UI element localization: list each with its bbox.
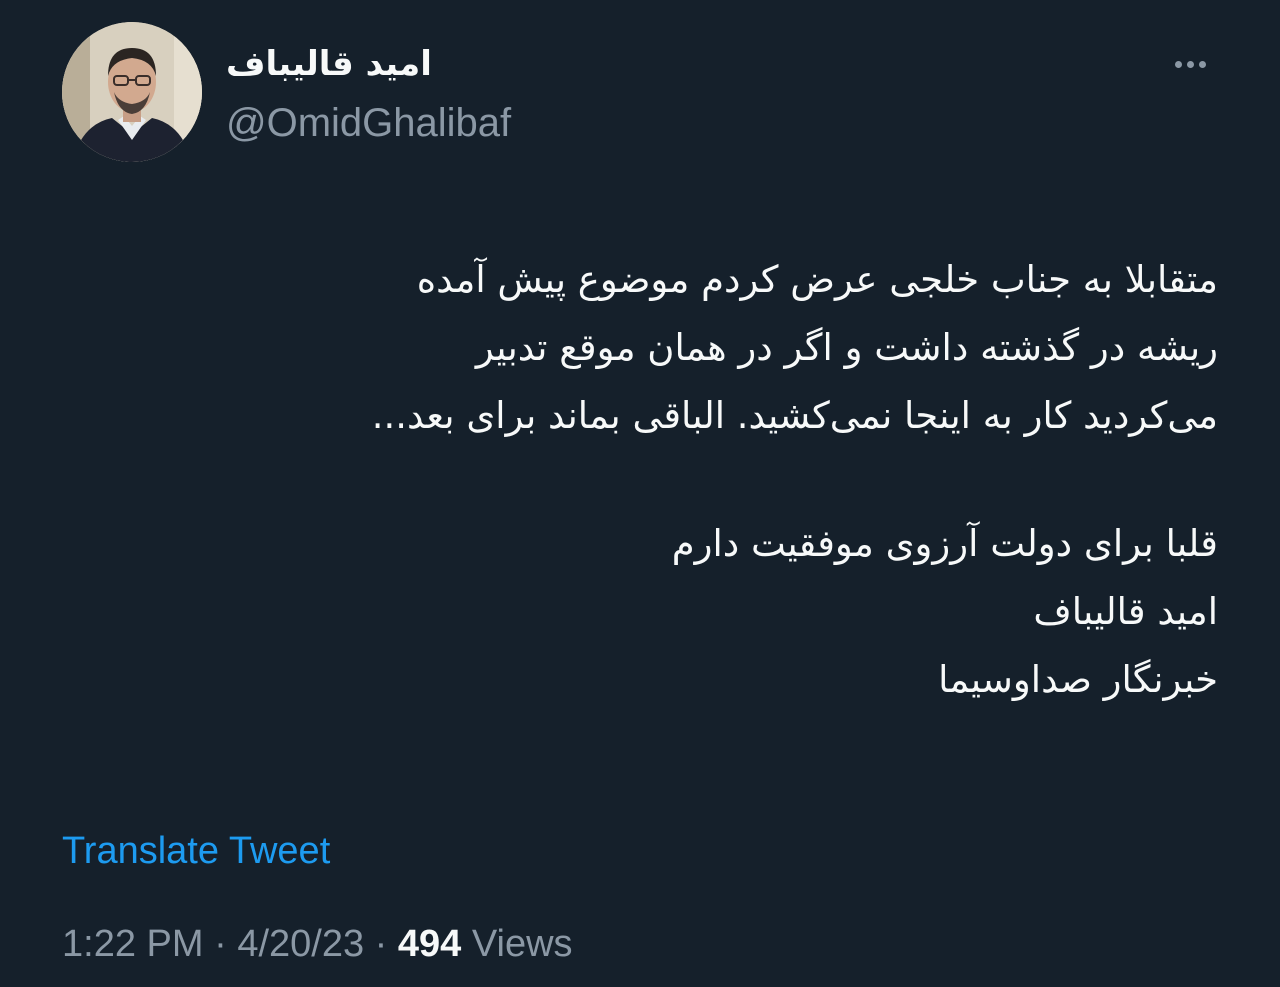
more-options-button[interactable] — [1160, 44, 1220, 84]
tweet-time[interactable]: 1:22 PM — [62, 923, 204, 965]
author-handle[interactable]: @OmidGhalibaf — [226, 97, 511, 149]
meta-separator: · — [364, 923, 398, 965]
tweet-text-line: متقابلا به جناب خلجی عرض کردم موضوع پیش … — [416, 258, 1218, 301]
more-horizontal-icon — [1198, 60, 1206, 68]
tweet-card: امید قالیباف @OmidGhalibaf متقابلا به جن… — [0, 0, 1280, 987]
views-label: Views — [461, 923, 573, 965]
tweet-text-line: می‌کردید کار به اینجا نمی‌کشید. الباقی ب… — [371, 394, 1218, 437]
tweet-text-line: امید قالیباف — [1033, 590, 1218, 633]
tweet-date[interactable]: 4/20/23 — [237, 923, 364, 965]
views-count[interactable]: 494 — [398, 923, 461, 965]
author-display-name[interactable]: امید قالیباف — [226, 40, 432, 88]
more-horizontal-icon — [1186, 60, 1194, 68]
avatar[interactable] — [62, 22, 202, 162]
meta-separator: · — [203, 923, 238, 965]
translate-tweet-link[interactable]: Translate Tweet — [62, 826, 330, 876]
profile-photo-icon — [62, 22, 202, 162]
tweet-text-line: قلبا برای دولت آرزوی موفقیت دارم — [671, 522, 1218, 565]
tweet-meta: 1:22 PM · 4/20/23 · 494 Views — [62, 918, 573, 970]
tweet-text-line: خبرنگار صداوسیما — [938, 658, 1218, 701]
more-horizontal-icon — [1174, 60, 1182, 68]
tweet-text: متقابلا به جناب خلجی عرض کردم موضوع پیش … — [58, 246, 1218, 714]
tweet-text-line: ریشه در گذشته داشت و اگر در همان موقع تد… — [475, 326, 1218, 369]
